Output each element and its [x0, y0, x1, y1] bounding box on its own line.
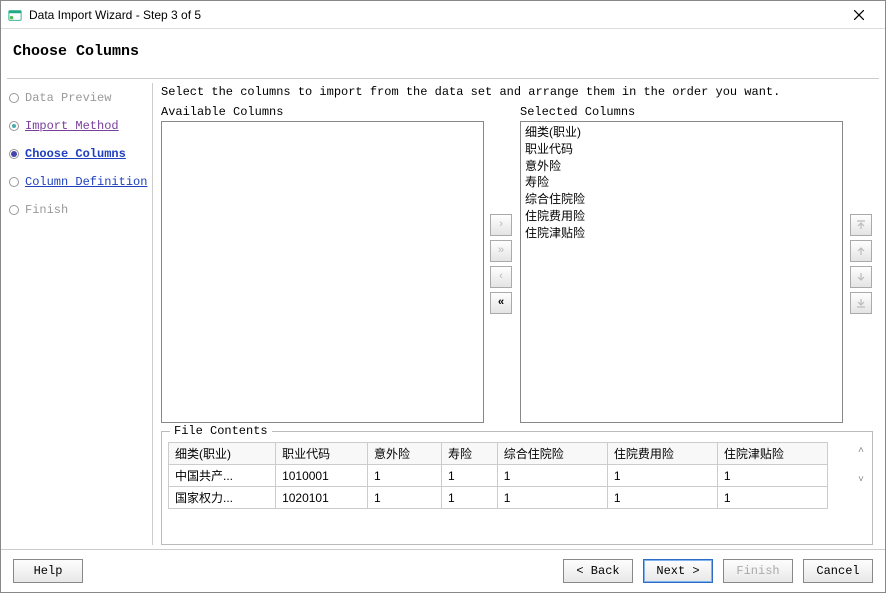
- table-row[interactable]: 国家权力...102010111111: [169, 487, 828, 509]
- nav-label: Column Definition: [25, 175, 147, 189]
- list-item[interactable]: 意外险: [525, 158, 838, 175]
- table-cell: 1: [368, 487, 442, 509]
- nav-label: Choose Columns: [25, 147, 126, 161]
- selected-columns-list[interactable]: 细类(职业)职业代码意外险寿险综合住院险住院费用险住院津贴险: [520, 121, 843, 423]
- table-header-cell: 细类(职业): [169, 443, 276, 465]
- file-contents-table: 细类(职业)职业代码意外险寿险综合住院险住院费用险住院津贴险 中国共产...10…: [168, 442, 828, 509]
- move-down-button[interactable]: [850, 266, 872, 288]
- remove-button[interactable]: ‹: [490, 266, 512, 288]
- cancel-button[interactable]: Cancel: [803, 559, 873, 583]
- main-panel: Select the columns to import from the da…: [153, 79, 885, 549]
- close-button[interactable]: [839, 1, 879, 29]
- help-button[interactable]: Help: [13, 559, 83, 583]
- table-header-cell: 住院费用险: [607, 443, 717, 465]
- selected-columns-label: Selected Columns: [520, 105, 843, 119]
- content-area: Data Preview Import Method Choose Column…: [1, 79, 885, 549]
- table-cell: 1: [441, 487, 497, 509]
- step-bullet-icon: [9, 93, 19, 103]
- remove-all-button[interactable]: «: [490, 292, 512, 314]
- list-item[interactable]: 住院费用险: [525, 208, 838, 225]
- table-cell: 1010001: [276, 465, 368, 487]
- move-down-icon: [855, 271, 867, 283]
- move-top-button[interactable]: [850, 214, 872, 236]
- step-bullet-icon: [9, 149, 19, 159]
- add-button[interactable]: ›: [490, 214, 512, 236]
- move-bottom-icon: [855, 297, 867, 309]
- table-cell: 1: [717, 465, 827, 487]
- table-row[interactable]: 中国共产...101000111111: [169, 465, 828, 487]
- step-bullet-icon: [9, 177, 19, 187]
- columns-area: Available Columns › » ‹ « Selected Colum…: [161, 105, 873, 423]
- nav-item-data-preview: Data Preview: [9, 91, 149, 105]
- scroll-down-icon: ˅: [858, 475, 864, 486]
- table-cell: 1: [607, 487, 717, 509]
- app-icon: [7, 7, 23, 23]
- table-cell: 国家权力...: [169, 487, 276, 509]
- table-cell: 1020101: [276, 487, 368, 509]
- table-header-cell: 住院津贴险: [717, 443, 827, 465]
- move-top-icon: [855, 219, 867, 231]
- vertical-scroll-hint: ˄ ˅: [858, 446, 864, 486]
- move-buttons: › » ‹ «: [490, 105, 514, 423]
- table-cell: 1: [607, 465, 717, 487]
- available-columns-list[interactable]: [161, 121, 484, 423]
- table-header-cell: 意外险: [368, 443, 442, 465]
- move-up-icon: [855, 245, 867, 257]
- table-header-cell: 寿险: [441, 443, 497, 465]
- file-contents-scroll[interactable]: 细类(职业)职业代码意外险寿险综合住院险住院费用险住院津贴险 中国共产...10…: [168, 442, 866, 509]
- list-item[interactable]: 综合住院险: [525, 191, 838, 208]
- available-columns-wrap: Available Columns: [161, 105, 484, 423]
- finish-button[interactable]: Finish: [723, 559, 793, 583]
- nav-separator: [152, 83, 153, 545]
- table-header-cell: 综合住院险: [497, 443, 607, 465]
- file-contents-fieldset: File Contents 细类(职业)职业代码意外险寿险综合住院险住院费用险住…: [161, 431, 873, 545]
- list-item[interactable]: 寿险: [525, 174, 838, 191]
- step-bullet-icon: [9, 205, 19, 215]
- nav-item-finish: Finish: [9, 203, 149, 217]
- footer: Help < Back Next > Finish Cancel: [1, 549, 885, 591]
- file-contents-legend: File Contents: [170, 424, 272, 438]
- list-item[interactable]: 职业代码: [525, 141, 838, 158]
- list-item[interactable]: 住院津贴险: [525, 225, 838, 242]
- selected-columns-wrap: Selected Columns 细类(职业)职业代码意外险寿险综合住院险住院费…: [520, 105, 843, 423]
- table-header-row: 细类(职业)职业代码意外险寿险综合住院险住院费用险住院津贴险: [169, 443, 828, 465]
- nav-label: Import Method: [25, 119, 119, 133]
- table-header-cell: 职业代码: [276, 443, 368, 465]
- scroll-up-icon: ˄: [858, 446, 864, 457]
- header-section: Choose Columns: [1, 29, 885, 78]
- window-title: Data Import Wizard - Step 3 of 5: [29, 8, 839, 22]
- list-item[interactable]: 细类(职业): [525, 124, 838, 141]
- next-button[interactable]: Next >: [643, 559, 713, 583]
- table-cell: 1: [717, 487, 827, 509]
- nav-item-import-method[interactable]: Import Method: [9, 119, 149, 133]
- table-cell: 1: [368, 465, 442, 487]
- table-cell: 1: [497, 487, 607, 509]
- titlebar: Data Import Wizard - Step 3 of 5: [1, 1, 885, 29]
- close-icon: [854, 10, 864, 20]
- nav-item-column-definition[interactable]: Column Definition: [9, 175, 149, 189]
- back-button[interactable]: < Back: [563, 559, 633, 583]
- page-title: Choose Columns: [13, 43, 873, 60]
- move-up-button[interactable]: [850, 240, 872, 262]
- instruction-text: Select the columns to import from the da…: [161, 85, 873, 99]
- nav-label: Data Preview: [25, 91, 111, 105]
- move-bottom-button[interactable]: [850, 292, 872, 314]
- table-cell: 1: [441, 465, 497, 487]
- wizard-nav: Data Preview Import Method Choose Column…: [1, 79, 153, 549]
- table-cell: 1: [497, 465, 607, 487]
- add-all-button[interactable]: »: [490, 240, 512, 262]
- available-columns-label: Available Columns: [161, 105, 484, 119]
- step-bullet-icon: [9, 121, 19, 131]
- table-cell: 中国共产...: [169, 465, 276, 487]
- nav-label: Finish: [25, 203, 68, 217]
- nav-item-choose-columns[interactable]: Choose Columns: [9, 147, 149, 161]
- order-buttons: [849, 105, 873, 423]
